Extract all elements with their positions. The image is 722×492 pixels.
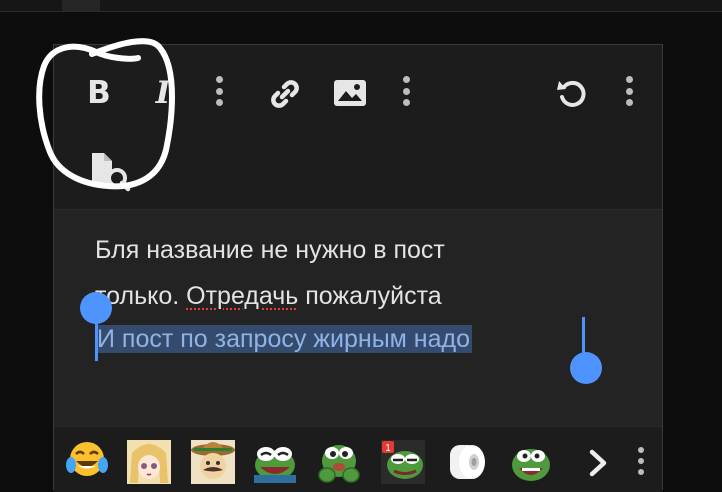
joy-crying-emoji[interactable] xyxy=(64,439,110,485)
post-editor: B I Бля название не нужно в пост только.… xyxy=(53,44,663,492)
toilet-paper-icon xyxy=(450,445,485,479)
text-line-1: Бля название не нужно в пост xyxy=(95,236,445,264)
selection-end-handle[interactable] xyxy=(570,352,602,384)
emoji-more-button[interactable] xyxy=(637,447,645,475)
undo-icon xyxy=(557,80,586,107)
more-options-button[interactable] xyxy=(625,76,633,106)
selection-start-handle[interactable] xyxy=(80,292,112,324)
pepe-notification-icon: 1 xyxy=(381,440,425,484)
more-vertical-icon xyxy=(625,76,633,83)
more-vertical-icon xyxy=(402,76,410,83)
pepe-laugh-emoji[interactable] xyxy=(252,439,298,485)
pepe-notification-emoji[interactable]: 1 xyxy=(380,439,426,485)
anime-girl-emoji[interactable] xyxy=(126,439,172,485)
pepe-scream-emoji[interactable] xyxy=(508,439,554,485)
bold-icon: B xyxy=(87,75,111,111)
text-line-3: И пост по запросу жирным надо xyxy=(95,324,472,354)
selected-text[interactable]: И пост по запросу жирным надо xyxy=(95,325,472,353)
top-strip xyxy=(0,0,722,12)
pepe-hands-icon xyxy=(318,445,360,483)
chevron-right-icon xyxy=(589,449,607,477)
notification-badge: 1 xyxy=(385,443,391,454)
editor-toolbar: B I xyxy=(54,45,662,209)
image-button[interactable] xyxy=(332,77,368,109)
link-button[interactable] xyxy=(267,76,303,112)
anime-girl-icon xyxy=(127,440,171,484)
pepe-hands-emoji[interactable] xyxy=(316,439,362,485)
more-vertical-icon xyxy=(215,76,223,83)
undo-button[interactable] xyxy=(554,75,590,111)
image-icon xyxy=(334,80,366,106)
preview-button[interactable] xyxy=(88,149,132,195)
pepe-laugh-icon xyxy=(254,447,296,483)
link-icon xyxy=(271,80,299,108)
mexican-sombrero-emoji[interactable] xyxy=(190,439,236,485)
text-segment: пожалуйста xyxy=(298,282,442,310)
sombrero-icon xyxy=(191,440,235,484)
top-tab-notch xyxy=(62,0,100,11)
text-line-2: только. Отредачь пожалуйста xyxy=(95,281,442,311)
joy-crying-icon xyxy=(66,442,108,476)
post-text-area[interactable]: Бля название не нужно в пост только. Отр… xyxy=(54,210,662,426)
misspelled-word[interactable]: Отредачь xyxy=(186,282,298,310)
italic-icon: I xyxy=(155,75,171,111)
emoji-next-button[interactable] xyxy=(584,447,612,479)
more-format-button[interactable] xyxy=(215,76,223,106)
italic-button[interactable]: I xyxy=(146,73,180,113)
more-insert-button[interactable] xyxy=(402,76,410,106)
emoji-bar: 1 xyxy=(54,426,662,492)
bold-button[interactable]: B xyxy=(82,73,116,113)
preview-file-icon xyxy=(92,153,131,192)
toilet-paper-emoji[interactable] xyxy=(444,439,490,485)
pepe-scream-icon xyxy=(512,449,550,481)
more-vertical-icon xyxy=(638,447,644,453)
